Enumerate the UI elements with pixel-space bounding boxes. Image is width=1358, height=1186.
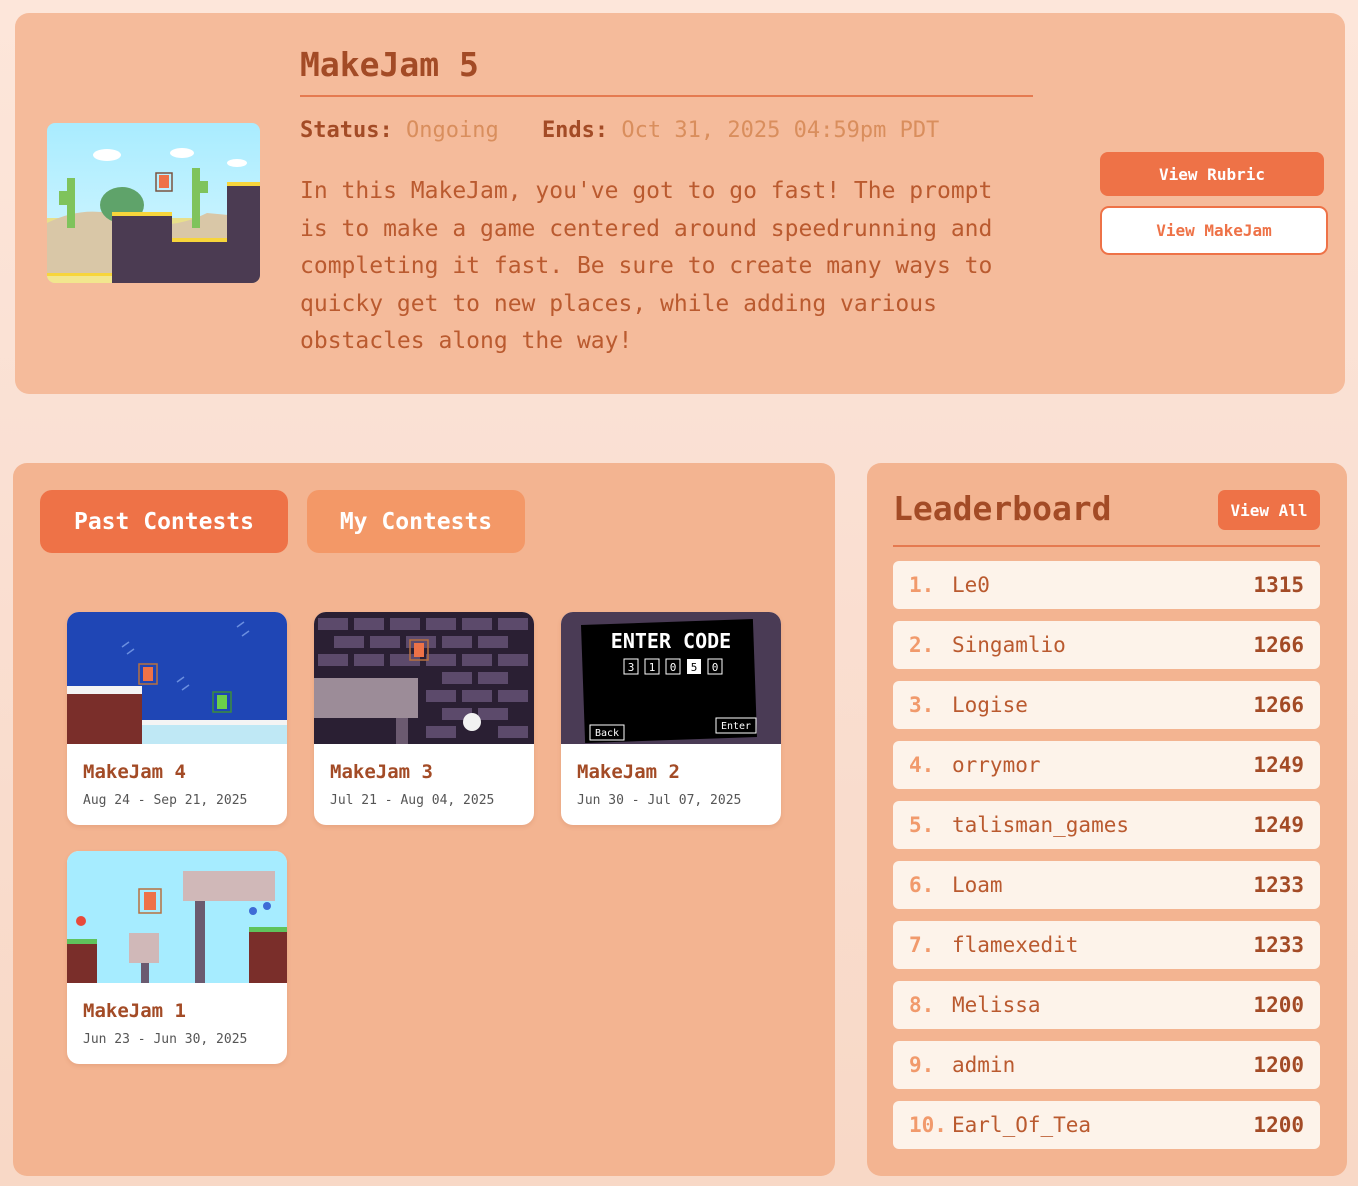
contest-card-makejam-2[interactable]: ENTER CODE 3 1 0 5 0 Back Enter MakeJam …	[561, 612, 781, 825]
rank: 3.	[909, 693, 935, 717]
contest-card-makejam-4[interactable]: MakeJam 4 Aug 24 - Sep 21, 2025	[67, 612, 287, 825]
current-contest-panel: MakeJam 5 Status: Ongoing Ends: Oct 31, …	[15, 13, 1345, 394]
contest-card-dates: Aug 24 - Sep 21, 2025	[83, 793, 248, 808]
player-name: Logise	[952, 693, 1028, 717]
player-name: orrymor	[952, 753, 1041, 777]
leaderboard-divider	[893, 545, 1320, 547]
score: 1200	[1253, 993, 1304, 1017]
snow-level-image	[67, 612, 287, 744]
rank: 2.	[909, 633, 935, 657]
current-contest-thumbnail[interactable]	[47, 123, 260, 283]
score: 1249	[1253, 813, 1304, 837]
current-contest-title: MakeJam 5	[300, 45, 479, 84]
enter-code-screen-image: ENTER CODE 3 1 0 5 0 Back Enter	[561, 612, 781, 744]
view-rubric-button[interactable]: View Rubric	[1100, 152, 1324, 196]
contest-card-dates: Jul 21 - Aug 04, 2025	[330, 793, 495, 808]
leaderboard-row[interactable]: 5. talisman_games 1249	[893, 801, 1320, 849]
view-all-button[interactable]: View All	[1218, 490, 1320, 530]
tab-past-contests[interactable]: Past Contests	[40, 490, 288, 553]
player-name: Singamlio	[952, 633, 1066, 657]
status-value: Ongoing	[405, 118, 499, 143]
rank: 1.	[909, 573, 935, 597]
status-label: Status:	[300, 118, 393, 143]
rank: 6.	[909, 873, 935, 897]
score: 1315	[1253, 573, 1304, 597]
contests-panel: Past Contests My Contests MakeJam 4 Aug …	[13, 463, 835, 1176]
score: 1200	[1253, 1053, 1304, 1077]
code-digit: 0	[670, 661, 677, 674]
contest-card-title: MakeJam 3	[330, 761, 433, 783]
player-name: flamexedit	[952, 933, 1079, 957]
rank: 8.	[909, 993, 935, 1017]
leaderboard-title: Leaderboard	[893, 489, 1112, 528]
leaderboard-row[interactable]: 4. orrymor 1249	[893, 741, 1320, 789]
enter-label: Enter	[721, 721, 751, 732]
title-divider	[300, 95, 1033, 97]
enter-code-text: ENTER CODE	[611, 629, 731, 653]
score: 1266	[1253, 693, 1304, 717]
code-digit: 1	[649, 661, 656, 674]
leaderboard-row[interactable]: 9. admin 1200	[893, 1041, 1320, 1089]
sky-level-image	[67, 851, 287, 983]
rank: 7.	[909, 933, 935, 957]
player-name: Earl_Of_Tea	[952, 1113, 1092, 1137]
rank: 9.	[909, 1053, 935, 1077]
contest-description: In this MakeJam, you've got to go fast! …	[300, 178, 993, 354]
score: 1200	[1253, 1113, 1304, 1137]
ends-label: Ends:	[541, 118, 609, 143]
rank: 4.	[909, 753, 935, 777]
leaderboard-panel: Leaderboard View All 1. Le0 1315 2. Singaml…	[867, 463, 1347, 1176]
contest-card-dates: Jun 23 - Jun 30, 2025	[83, 1032, 248, 1047]
contest-card-title: MakeJam 4	[83, 761, 186, 783]
score: 1233	[1253, 933, 1304, 957]
code-digit: 0	[712, 661, 719, 674]
leaderboard-row[interactable]: 1. Le0 1315	[893, 561, 1320, 609]
tab-my-contests[interactable]: My Contests	[307, 490, 525, 553]
leaderboard-row[interactable]: 6. Loam 1233	[893, 861, 1320, 909]
back-label: Back	[595, 728, 619, 739]
player-name: talisman_games	[952, 813, 1130, 837]
leaderboard-row[interactable]: 8. Melissa 1200	[893, 981, 1320, 1029]
contest-card-title: MakeJam 1	[83, 1000, 186, 1022]
score: 1249	[1253, 753, 1304, 777]
contest-card-makejam-3[interactable]: MakeJam 3 Jul 21 - Aug 04, 2025	[314, 612, 534, 825]
score: 1266	[1253, 633, 1304, 657]
player-name: Le0	[952, 573, 990, 597]
leaderboard-row[interactable]: 3. Logise 1266	[893, 681, 1320, 729]
view-makejam-button[interactable]: View MakeJam	[1100, 206, 1328, 255]
dungeon-level-image	[314, 612, 534, 744]
rank: 10.	[909, 1113, 947, 1137]
contest-card-title: MakeJam 2	[577, 761, 680, 783]
contest-card-dates: Jun 30 - Jul 07, 2025	[577, 793, 742, 808]
score: 1233	[1253, 873, 1304, 897]
rank: 5.	[909, 813, 935, 837]
code-digit: 5	[691, 661, 698, 674]
leaderboard-row[interactable]: 7. flamexedit 1233	[893, 921, 1320, 969]
desert-level-image	[47, 123, 260, 283]
code-digit: 3	[628, 661, 635, 674]
contest-card-makejam-1[interactable]: MakeJam 1 Jun 23 - Jun 30, 2025	[67, 851, 287, 1064]
leaderboard-row[interactable]: 2. Singamlio 1266	[893, 621, 1320, 669]
player-name: Melissa	[952, 993, 1041, 1017]
player-name: admin	[952, 1053, 1016, 1077]
leaderboard-list: 1. Le0 1315 2. Singamlio 1266 3. Logise 1266 4…	[893, 561, 1320, 1161]
status-row: Status: Ongoing Ends: Oct 31, 2025 04:59…	[300, 118, 969, 143]
player-name: Loam	[952, 873, 1003, 897]
leaderboard-row[interactable]: 10. Earl_Of_Tea 1200	[893, 1101, 1320, 1149]
ends-value: Oct 31, 2025 04:59pm PDT	[621, 118, 940, 143]
